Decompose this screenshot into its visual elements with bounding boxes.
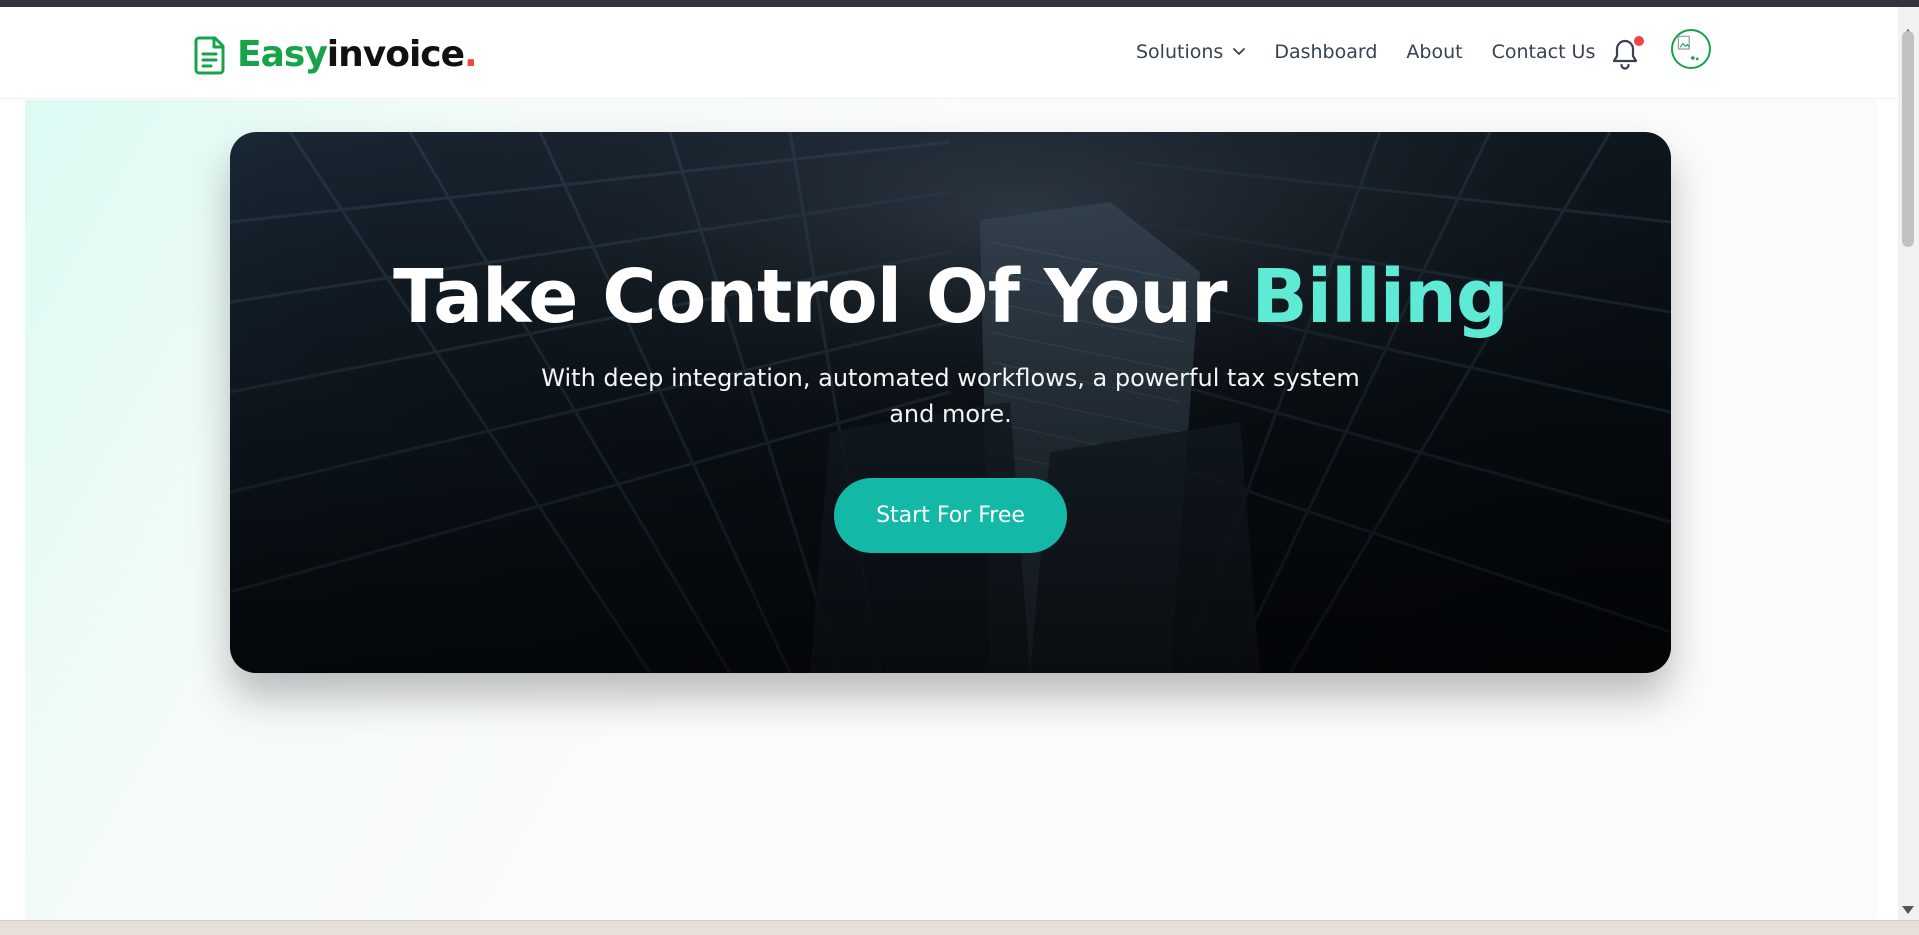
brand-name: Easyinvoice. xyxy=(237,34,478,75)
brand-logo[interactable]: Easyinvoice. xyxy=(193,34,478,75)
hero-banner: Take Control Of Your Billing With deep i… xyxy=(230,132,1671,673)
notification-badge xyxy=(1634,36,1644,46)
start-for-free-button[interactable]: Start For Free xyxy=(834,478,1067,553)
scroll-down-arrow-icon[interactable] xyxy=(1902,906,1914,914)
nav-item-about[interactable]: About xyxy=(1406,41,1462,63)
nav-links: Solutions Dashboard About Contact Us xyxy=(1136,41,1624,63)
hero-title-main: Take Control Of Your xyxy=(393,254,1252,340)
navbar: Easyinvoice. Solutions Dashboard About C… xyxy=(0,7,1898,99)
os-taskbar xyxy=(0,920,1919,935)
hero-title-accent: Billing xyxy=(1251,254,1509,340)
brand-name-dot: . xyxy=(464,34,478,75)
nav-item-dashboard[interactable]: Dashboard xyxy=(1274,41,1377,63)
vertical-scrollbar[interactable] xyxy=(1898,7,1919,920)
nav-item-contact-us[interactable]: Contact Us xyxy=(1492,41,1596,63)
nav-item-solutions[interactable]: Solutions xyxy=(1136,41,1246,63)
window-top-strip xyxy=(0,0,1919,7)
broken-image-icon xyxy=(1677,35,1699,61)
document-icon xyxy=(194,36,225,75)
nav-item-solutions-label: Solutions xyxy=(1136,41,1224,63)
chevron-down-icon xyxy=(1233,48,1246,55)
brand-name-invoice: invoice xyxy=(326,34,465,75)
avatar[interactable] xyxy=(1671,29,1711,69)
scroll-thumb[interactable] xyxy=(1902,31,1914,247)
hero-subtitle: With deep integration, automated workflo… xyxy=(541,364,1360,428)
hero-title: Take Control Of Your Billing xyxy=(230,254,1671,340)
brand-name-easy: Easy xyxy=(237,34,328,75)
